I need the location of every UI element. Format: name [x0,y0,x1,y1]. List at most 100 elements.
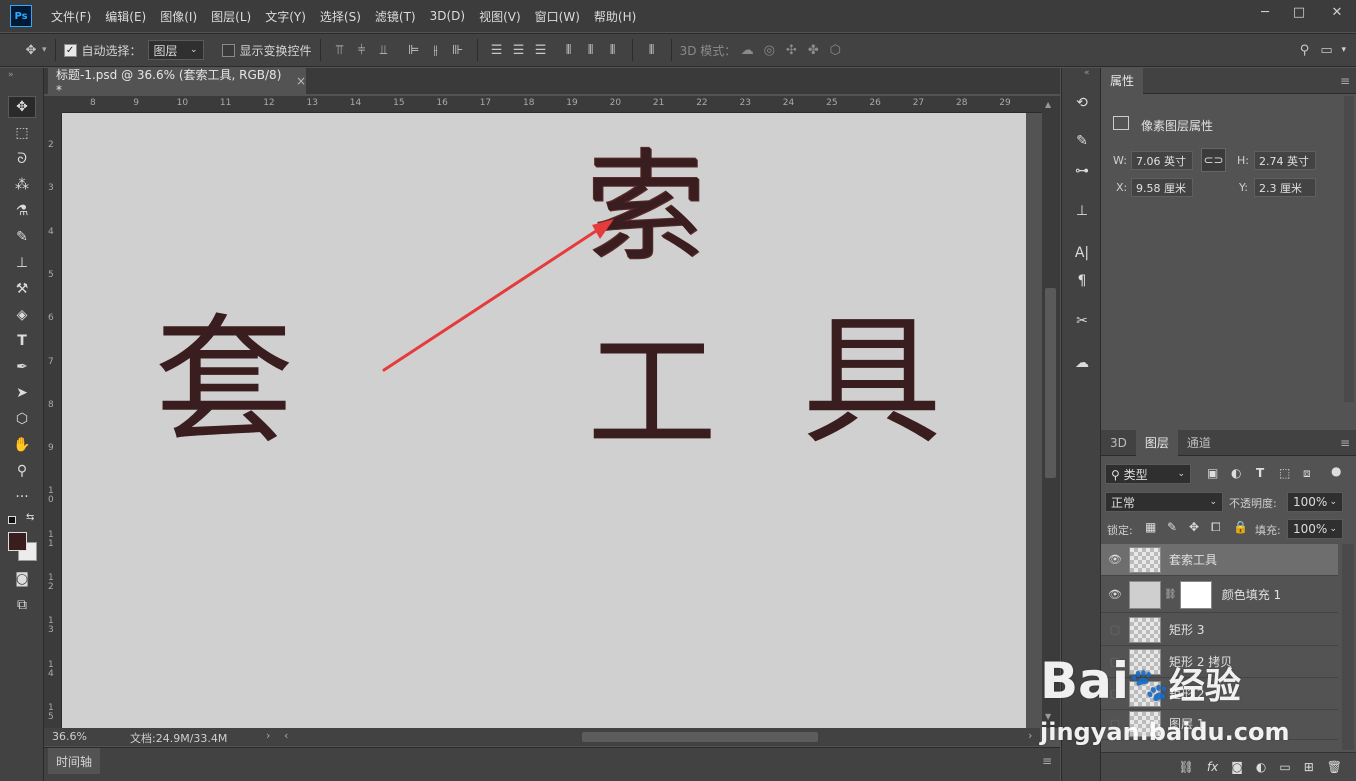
tools-panel-icon[interactable]: ✂ [1068,310,1096,332]
menu-window[interactable]: 窗口(W) [528,8,587,25]
opacity-field[interactable]: 100% ⌄ [1287,492,1343,512]
move-tool-icon[interactable]: ✥ [20,39,42,61]
layer-row-color-fill[interactable]: 👁 ⛓ 颜色填充 1 [1101,577,1338,613]
paragraph-panel-icon[interactable]: ¶ [1068,270,1096,292]
auto-select-dropdown[interactable]: 图层 ⌄ [147,40,204,60]
menu-select[interactable]: 选择(S) [313,8,368,25]
tool-preset-chevron-icon[interactable]: ▾ [42,45,47,55]
quick-mask-icon[interactable]: ◙ [8,568,36,590]
filter-type-icon[interactable]: T [1256,466,1264,480]
menu-view[interactable]: 视图(V) [472,8,528,25]
blend-mode-dropdown[interactable]: 正常 ⌄ [1105,492,1223,512]
menu-filter[interactable]: 滤镜(T) [368,8,423,25]
layers-scrollbar[interactable] [1342,544,1354,750]
layer-row-rect3[interactable]: ▢ 矩形 3 [1101,614,1338,646]
distribute-vcenter-icon[interactable]: ☰ [508,39,530,61]
screen-mode-icon[interactable]: ⧉ [8,594,36,616]
document-canvas[interactable]: 套 索 工 具 [62,113,1026,728]
fill-field[interactable]: 100% ⌄ [1287,519,1343,539]
visibility-eye-icon[interactable]: 👁 [1101,588,1129,601]
align-left-icon[interactable]: ⊫ [403,39,425,61]
3d-scale-icon[interactable]: ⬡ [824,39,846,61]
marquee-tool-icon[interactable]: ⬚ [8,122,36,144]
history-brush-tool-icon[interactable]: ⚒ [8,278,36,300]
new-group-icon[interactable]: ▭ [1279,760,1290,774]
scroll-up-icon[interactable]: ▲ [1045,100,1051,109]
distribute-bottom-icon[interactable]: ☰ [530,39,552,61]
adjustment-layer-icon[interactable]: ◐ [1256,760,1266,774]
align-right-icon[interactable]: ⊪ [447,39,469,61]
restore-button[interactable]: □ [1282,0,1316,24]
menu-layer[interactable]: 图层(L) [204,8,258,25]
add-mask-icon[interactable]: ◙ [1231,760,1243,774]
magic-wand-tool-icon[interactable]: ⁂ [8,174,36,196]
properties-scrollbar[interactable] [1344,96,1354,402]
scroll-right-icon[interactable]: › [1028,729,1032,742]
y-field[interactable]: 2.3 厘米 [1254,178,1316,197]
tab-channels[interactable]: 通道 [1178,430,1220,456]
distribute-top-icon[interactable]: ☰ [486,39,508,61]
3d-pan-icon[interactable]: ✣ [780,39,802,61]
pen-tool-icon[interactable]: ✒ [8,356,36,378]
document-tab[interactable]: 标题-1.psd @ 36.6% (套索工具, RGB/8) * × [48,68,306,97]
menu-type[interactable]: 文字(Y) [258,8,313,25]
paint-bucket-tool-icon[interactable]: ◈ [8,304,36,326]
align-hcenter-icon[interactable]: ⫲ [425,39,447,61]
zoom-level[interactable]: 36.6% [52,730,87,743]
shape-tool-icon[interactable]: ⬡ [8,408,36,430]
horizontal-ruler[interactable]: 8 9 10 11 12 13 14 15 16 17 18 19 20 21 22 23 24 25 26 27 28… [62,96,1042,113]
workspace-chevron-icon[interactable]: ▾ [1341,45,1346,55]
lock-pixels-icon[interactable]: ✎ [1167,520,1177,534]
vertical-scroll-thumb[interactable] [1045,288,1056,478]
distribute-right-icon[interactable]: ⦀ [602,39,624,61]
fx-icon[interactable]: fx [1207,760,1218,774]
auto-select-checkbox[interactable]: ✓ [63,43,77,57]
brush-settings-icon[interactable]: ✎ [1068,130,1096,152]
close-window-button[interactable]: ✕ [1320,0,1354,24]
layer-row-lasso[interactable]: 👁 套索工具 [1101,544,1338,576]
auto-align-icon[interactable]: ⫴ [641,39,663,61]
visibility-eye-icon[interactable]: 👁 [1101,553,1129,566]
menu-image[interactable]: 图像(I) [153,8,204,25]
visibility-off-icon[interactable]: ▢ [1101,623,1129,636]
layers-menu-icon[interactable]: ≡ [1340,436,1350,450]
character-panel-icon[interactable]: A| [1068,242,1096,264]
align-vcenter-icon[interactable]: ⫩ [351,39,373,61]
collapse-tools-icon[interactable]: » [8,70,14,80]
menu-edit[interactable]: 编辑(E) [98,8,153,25]
zoom-tool-icon[interactable]: ⚲ [8,460,36,482]
link-layers-icon[interactable]: ⛓ [1179,760,1194,774]
lock-transparency-icon[interactable]: ▦ [1145,520,1156,534]
tab-properties[interactable]: 属性 [1101,67,1144,94]
default-colors-icon[interactable] [8,516,16,524]
workspace-icon[interactable]: ▭ [1315,39,1337,61]
layer-filter-dropdown[interactable]: ⚲ 类型 ⌄ [1105,464,1191,484]
libraries-panel-icon[interactable]: ☁ [1068,352,1096,374]
lock-all-icon[interactable]: 🔒 [1233,520,1248,534]
type-tool-icon[interactable]: T [8,330,36,352]
close-tab-icon[interactable]: × [296,74,306,88]
swap-colors-icon[interactable]: ⇆ [26,512,34,523]
mask-link-icon[interactable]: ⛓ [1164,589,1177,600]
scroll-left-icon[interactable]: ‹ [284,729,288,742]
align-top-icon[interactable]: ⫪ [329,39,351,61]
filter-adjustment-icon[interactable]: ◐ [1231,466,1241,480]
new-layer-icon[interactable]: ⊞ [1304,760,1314,774]
filter-toggle-icon[interactable]: ● [1331,464,1341,478]
height-field[interactable]: 2.74 英寸 [1254,151,1316,170]
3d-roll-icon[interactable]: ◎ [758,39,780,61]
menu-help[interactable]: 帮助(H) [587,8,643,25]
menu-file[interactable]: 文件(F) [44,8,98,25]
tab-layers[interactable]: 图层 [1135,429,1178,456]
width-field[interactable]: 7.06 英寸 [1131,151,1193,170]
x-field[interactable]: 9.58 厘米 [1131,178,1193,197]
move-tool-icon[interactable]: ✥ [8,96,36,118]
vertical-scrollbar[interactable]: ▲ ▼ [1042,96,1060,728]
distribute-left-icon[interactable]: ⦀ [558,39,580,61]
lock-position-icon[interactable]: ✥ [1189,520,1199,534]
properties-menu-icon[interactable]: ≡ [1340,74,1350,88]
vertical-ruler[interactable]: 2 3 4 5 6 7 8 9 1 0 1 1 1 2 1 3 1 4 1 5 [44,113,62,728]
filter-smart-object-icon[interactable]: ⧈ [1303,466,1311,481]
lasso-tool-icon[interactable]: ᘐ [8,148,36,170]
filter-shape-icon[interactable]: ⬚ [1279,466,1290,480]
